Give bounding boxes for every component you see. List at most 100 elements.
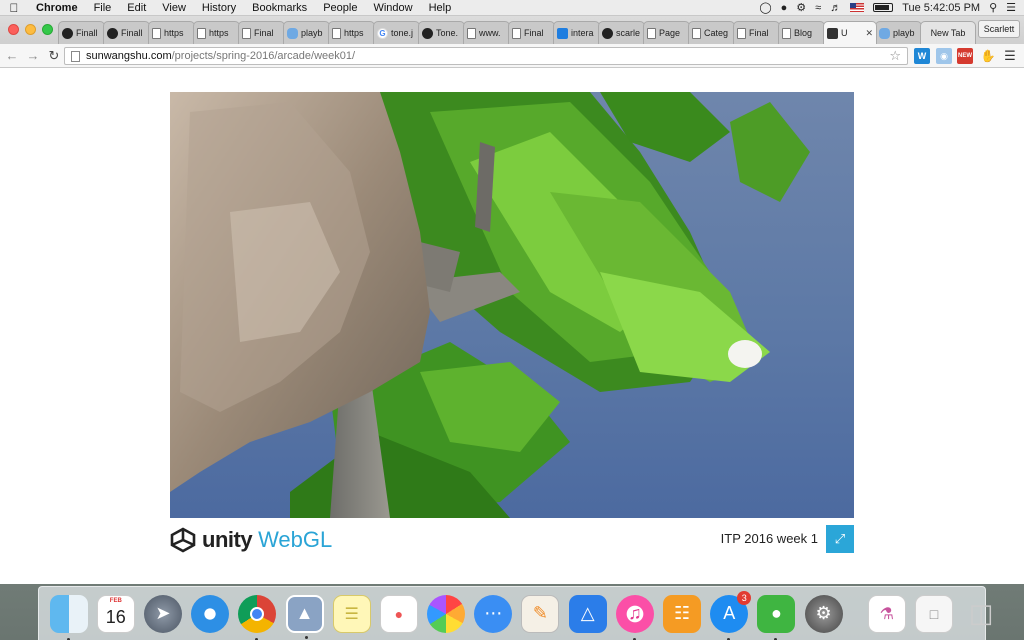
browser-tab[interactable]: Final	[733, 21, 780, 44]
app-store-badge: 3	[737, 590, 752, 605]
pages-icon[interactable]: ✎	[521, 594, 560, 633]
webgl-wordmark: WebGL	[258, 527, 333, 552]
trash-icon[interactable]: ◫	[962, 595, 1000, 633]
browser-tab[interactable]: scarle	[598, 21, 645, 44]
character-document-icon[interactable]: ⚗	[867, 594, 906, 633]
wifi-icon[interactable]: ≈	[815, 2, 821, 14]
minimize-window-button[interactable]	[25, 24, 36, 35]
apple-icon[interactable]: 	[0, 1, 28, 15]
chrome-icon[interactable]	[238, 594, 277, 640]
browser-tab[interactable]: Gtone.j	[373, 21, 420, 44]
forward-button[interactable]: →	[24, 48, 42, 63]
browser-tab[interactable]: https	[148, 21, 195, 44]
tab-strip: Finall Finall https https Final playb https Gto…	[0, 16, 1024, 44]
notes-icon[interactable]: ☰	[332, 594, 371, 633]
itunes-icon[interactable]: ♫	[615, 594, 654, 640]
browser-tab[interactable]: https	[328, 21, 375, 44]
reminders-icon[interactable]: ●	[379, 594, 418, 633]
zoom-window-button[interactable]	[42, 24, 53, 35]
evernote-tray-icon[interactable]: ●	[781, 2, 788, 14]
fullscreen-button[interactable]: ⤢	[826, 525, 854, 553]
page-icon	[332, 27, 341, 39]
preview-icon[interactable]: ▲	[285, 594, 324, 639]
reload-button[interactable]: ↻	[45, 48, 63, 64]
menu-help[interactable]: Help	[421, 0, 460, 16]
battery-icon[interactable]	[873, 3, 894, 12]
page-icon	[512, 27, 521, 39]
messages-icon[interactable]: ⋯	[474, 594, 513, 633]
browser-tab[interactable]: Finall	[58, 21, 105, 44]
unity-logo-icon	[170, 527, 196, 553]
menu-file[interactable]: File	[86, 0, 120, 16]
browser-tab[interactable]: Tone.	[418, 21, 465, 44]
chrome-menu-icon[interactable]: ☰	[1002, 48, 1018, 64]
unity-game-canvas[interactable]	[170, 92, 854, 518]
unity-webgl-logo: unity WebGL	[170, 525, 332, 555]
system-preferences-icon[interactable]: ⚙	[804, 594, 843, 633]
browser-tab[interactable]: Categ	[688, 21, 735, 44]
us-flag-input-icon[interactable]	[850, 3, 865, 12]
tab-label: tone.j	[391, 28, 414, 38]
menu-bookmarks[interactable]: Bookmarks	[244, 0, 315, 16]
finder-icon[interactable]	[49, 594, 88, 640]
github-icon	[602, 27, 613, 39]
menu-clock[interactable]: Tue 5:42:05 PM	[902, 2, 980, 14]
browser-tab[interactable]: Final	[508, 21, 555, 44]
volume-icon[interactable]: ♬	[830, 2, 841, 14]
google-icon: G	[377, 27, 388, 39]
browser-tab[interactable]: U ✕	[823, 21, 877, 44]
page-icon	[647, 27, 656, 39]
browser-tab[interactable]: Finall	[103, 21, 150, 44]
new-badge-extension-icon[interactable]: NEW	[957, 48, 973, 64]
creative-cloud-icon[interactable]: ◯	[759, 1, 771, 14]
tab-label: https	[209, 28, 229, 38]
white-orb	[728, 340, 762, 368]
profile-button[interactable]: Scarlett	[978, 20, 1020, 38]
browser-tab[interactable]: www.	[463, 21, 510, 44]
bookmark-star-icon[interactable]: ☆	[889, 48, 901, 64]
menu-app-name[interactable]: Chrome	[28, 0, 86, 16]
camera-extension-icon[interactable]: ◉	[936, 48, 952, 64]
page-info-icon[interactable]	[71, 50, 80, 62]
photos-icon[interactable]	[427, 594, 466, 633]
tab-label: https	[344, 28, 364, 38]
menu-history[interactable]: History	[194, 0, 244, 16]
browser-tab[interactable]: playb	[875, 21, 922, 44]
browser-tab[interactable]: New Tab	[920, 21, 976, 44]
menu-view[interactable]: View	[154, 0, 194, 16]
close-tab-icon[interactable]: ✕	[865, 28, 873, 39]
cloud-icon	[287, 27, 298, 39]
app-store-icon[interactable]: A3	[710, 590, 752, 640]
hand-extension-icon[interactable]: ✋	[980, 48, 996, 64]
launchpad-icon[interactable]: ➤	[143, 594, 182, 633]
browser-tab[interactable]: Page	[643, 21, 690, 44]
menu-edit[interactable]: Edit	[119, 0, 154, 16]
browser-tab[interactable]: intera	[553, 21, 600, 44]
browser-tab[interactable]: https	[193, 21, 240, 44]
game-scene-illustration	[170, 92, 810, 518]
spotlight-search-icon[interactable]: ⚲	[989, 1, 997, 14]
notification-center-icon[interactable]: ☰	[1006, 1, 1016, 14]
unity-wordmark: unity	[202, 527, 253, 552]
keynote-icon[interactable]: △	[568, 594, 607, 633]
menu-bar:  Chrome File Edit View History Bookmark…	[0, 0, 1024, 16]
close-window-button[interactable]	[8, 24, 19, 35]
page-icon	[152, 27, 161, 39]
browser-tab[interactable]: Blog	[778, 21, 825, 44]
page-icon	[467, 27, 476, 39]
browser-tab[interactable]: Final	[238, 21, 285, 44]
w-extension-icon[interactable]: W	[914, 48, 930, 64]
unity-icon	[827, 27, 838, 39]
address-bar[interactable]: sunwangshu.com/projects/spring-2016/arca…	[64, 47, 908, 65]
safari-icon[interactable]	[191, 594, 230, 633]
back-button[interactable]: ←	[3, 48, 21, 63]
page-content: unity WebGL ITP 2016 week 1 ⤢	[0, 69, 1024, 584]
calendar-icon[interactable]: FEB 16	[96, 594, 135, 633]
menu-window[interactable]: Window	[365, 0, 420, 16]
browser-tab[interactable]: playb	[283, 21, 330, 44]
menu-people[interactable]: People	[315, 0, 365, 16]
evernote-icon[interactable]: ●	[757, 594, 796, 640]
ibooks-icon[interactable]: ☷	[663, 594, 702, 633]
document-stack-icon[interactable]: □	[914, 594, 953, 633]
sync-icon[interactable]: ⚙	[796, 1, 806, 14]
